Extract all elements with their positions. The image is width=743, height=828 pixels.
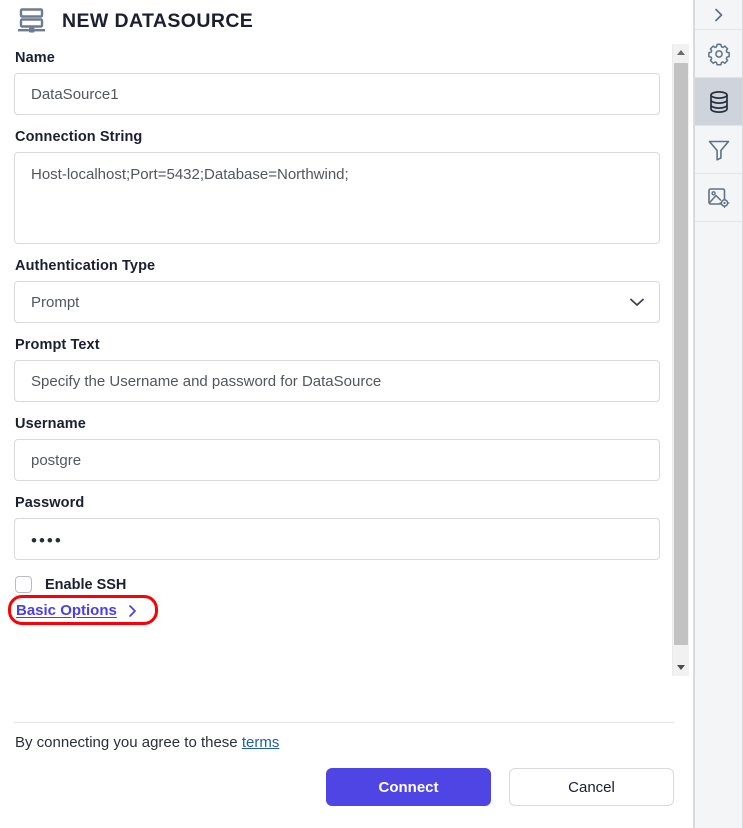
basic-options-link[interactable]: Basic Options xyxy=(16,602,139,619)
field-connection-string: Connection String Host-localhost;Port=54… xyxy=(14,129,660,244)
field-username: Username postgre xyxy=(14,416,660,481)
password-input[interactable]: •••• xyxy=(14,518,660,560)
chevron-right-icon xyxy=(126,604,139,618)
basic-options-label: Basic Options xyxy=(16,602,117,619)
rail-item-expand-panel[interactable] xyxy=(695,0,742,30)
footer-divider xyxy=(14,722,674,723)
scroll-down-arrow[interactable] xyxy=(673,659,689,676)
connect-button[interactable]: Connect xyxy=(326,768,491,806)
field-password: Password •••• xyxy=(14,495,660,560)
prompt-text-input[interactable]: Specify the Username and password for Da… xyxy=(14,360,660,402)
database-icon xyxy=(706,89,732,115)
rail-empty-area xyxy=(695,222,742,828)
field-name: Name DataSource1 xyxy=(14,50,660,115)
connection-string-input[interactable]: Host-localhost;Port=5432;Database=Northw… xyxy=(14,152,660,244)
chevron-right-icon xyxy=(710,6,728,24)
prompt-text-label: Prompt Text xyxy=(15,337,100,353)
scroll-up-arrow[interactable] xyxy=(673,44,689,61)
rail-item-settings[interactable] xyxy=(695,30,742,78)
basic-options-annotation-wrap: Basic Options xyxy=(8,595,158,625)
terms-link[interactable]: terms xyxy=(242,734,280,751)
enable-ssh-checkbox[interactable] xyxy=(15,576,32,593)
chevron-down-icon xyxy=(627,292,647,312)
page-title: NEW DATASOURCE xyxy=(62,9,254,32)
image-gear-icon xyxy=(706,185,732,211)
field-authentication-type: Authentication Type Prompt xyxy=(14,258,660,323)
terms-line: By connecting you agree to these terms xyxy=(15,734,279,751)
footer-buttons: Connect Cancel xyxy=(326,768,674,806)
right-icon-rail xyxy=(694,0,742,828)
scrollbar-thumb[interactable] xyxy=(674,63,688,645)
form-scroll-region: Name DataSource1 Connection String Host-… xyxy=(0,44,694,676)
terms-text: By connecting you agree to these xyxy=(15,734,242,751)
rail-item-image-settings[interactable] xyxy=(695,174,742,222)
authentication-type-value: Prompt xyxy=(31,293,80,311)
username-label: Username xyxy=(15,416,86,432)
connection-string-label: Connection String xyxy=(15,129,143,145)
panel-header: NEW DATASOURCE xyxy=(0,0,693,44)
gear-icon xyxy=(706,41,732,67)
new-datasource-dialog: NEW DATASOURCE Name DataSource1 Connecti… xyxy=(0,0,743,828)
datasource-icon xyxy=(14,6,50,36)
name-label: Name xyxy=(15,50,55,66)
funnel-icon xyxy=(706,137,732,163)
authentication-type-label: Authentication Type xyxy=(15,258,156,274)
field-prompt-text: Prompt Text Specify the Username and pas… xyxy=(14,337,660,402)
password-masked-value: •••• xyxy=(31,530,63,550)
name-input[interactable]: DataSource1 xyxy=(14,73,660,115)
password-label: Password xyxy=(15,495,85,511)
form-scrollbar[interactable] xyxy=(672,44,689,676)
rail-item-data[interactable] xyxy=(695,78,742,126)
cancel-button[interactable]: Cancel xyxy=(509,768,674,806)
authentication-type-select[interactable]: Prompt xyxy=(14,281,660,323)
username-input[interactable]: postgre xyxy=(14,439,660,481)
rail-item-filter[interactable] xyxy=(695,126,742,174)
enable-ssh-label: Enable SSH xyxy=(45,576,127,593)
enable-ssh-row[interactable]: Enable SSH xyxy=(15,576,659,593)
datasource-form-panel: NEW DATASOURCE Name DataSource1 Connecti… xyxy=(0,0,694,828)
